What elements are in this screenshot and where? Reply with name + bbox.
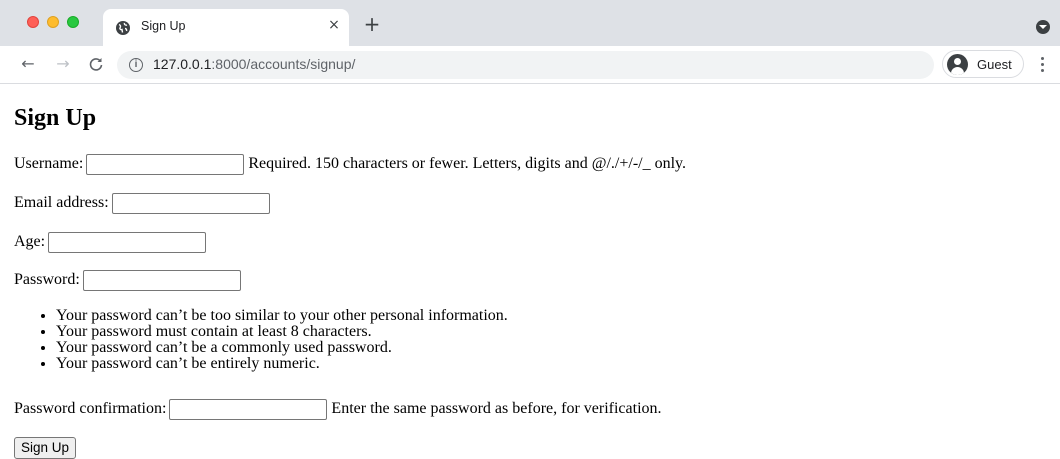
list-item: Your password must contain at least 8 ch… <box>56 324 508 340</box>
page-title: Sign Up <box>14 105 97 131</box>
maximize-window-button[interactable] <box>67 16 79 28</box>
url-host: 127.0.0.1 <box>153 56 212 72</box>
close-window-button[interactable] <box>27 16 39 28</box>
email-label: Email address: <box>14 194 109 211</box>
address-bar[interactable]: i 127.0.0.1:8000/accounts/signup/ <box>117 51 934 79</box>
tab-strip: Sign Up × + <box>0 0 1060 46</box>
close-icon[interactable]: × <box>325 16 343 34</box>
password-rules-list: Your password can’t be too similar to yo… <box>38 308 508 372</box>
username-row: Username: Required. 150 characters or fe… <box>14 152 686 176</box>
password-label: Password: <box>14 271 80 288</box>
password-confirmation-input[interactable] <box>169 398 328 420</box>
tab-search-button[interactable] <box>1036 20 1050 34</box>
back-arrow-icon[interactable]: ← <box>17 53 39 75</box>
email-row: Email address: <box>14 191 274 215</box>
username-help-text: Required. 150 characters or fewer. Lette… <box>248 155 687 172</box>
new-tab-button[interactable]: + <box>362 14 382 34</box>
password-confirmation-row: Password confirmation: Enter the same pa… <box>14 397 662 421</box>
forward-arrow-icon[interactable]: → <box>52 53 74 75</box>
username-input[interactable] <box>86 153 245 175</box>
email-input[interactable] <box>111 192 270 214</box>
list-item: Your password can’t be entirely numeric. <box>56 356 508 372</box>
password-input[interactable] <box>82 269 241 291</box>
url-path: :8000/accounts/signup/ <box>211 56 356 72</box>
url-text[interactable]: 127.0.0.1:8000/accounts/signup/ <box>153 56 355 72</box>
age-row: Age: <box>14 230 210 254</box>
password-row: Password: <box>14 268 245 292</box>
sign-up-button[interactable]: Sign Up <box>14 437 77 459</box>
list-item: Your password can’t be too similar to yo… <box>56 308 508 324</box>
profile-button[interactable]: Guest <box>942 50 1024 78</box>
reload-icon[interactable] <box>85 53 107 75</box>
info-icon[interactable]: i <box>129 58 143 72</box>
page-content: Sign Up Username: Required. 150 characte… <box>0 85 1060 459</box>
profile-label: Guest <box>977 57 1012 72</box>
tab-sign-up[interactable]: Sign Up × <box>103 9 349 46</box>
three-dot-menu-icon[interactable] <box>1036 56 1050 74</box>
list-item: Your password can’t be a commonly used p… <box>56 340 508 356</box>
password-confirmation-help-text: Enter the same password as before, for v… <box>331 400 662 417</box>
globe-icon <box>115 20 131 36</box>
tab-title: Sign Up <box>141 19 186 33</box>
password-confirmation-label: Password confirmation: <box>14 400 167 417</box>
avatar-icon <box>947 54 968 75</box>
minimize-window-button[interactable] <box>47 16 59 28</box>
age-label: Age: <box>14 233 46 250</box>
browser-toolbar: ← → i 127.0.0.1:8000/accounts/signup/ Gu… <box>0 46 1060 84</box>
username-label: Username: <box>14 155 84 172</box>
age-input[interactable] <box>48 231 207 253</box>
